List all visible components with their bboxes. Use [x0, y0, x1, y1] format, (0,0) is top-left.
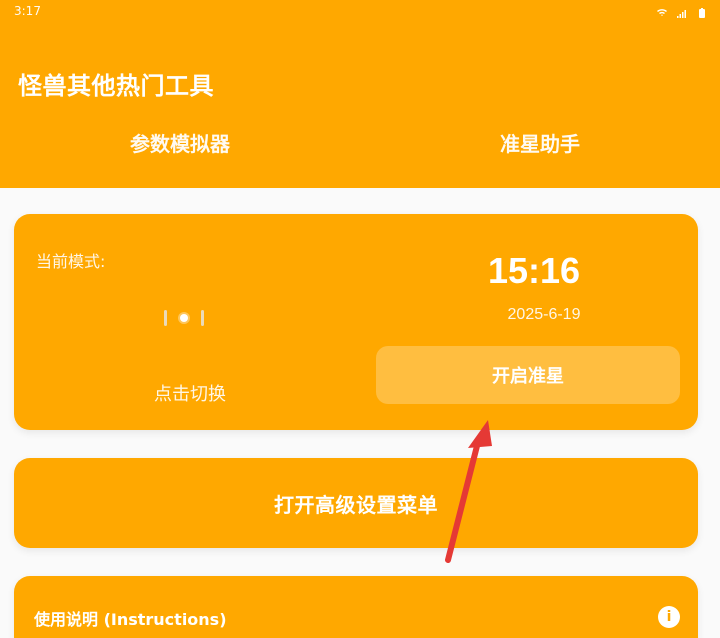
- app: 3:17 怪兽其他热门工具 参数模拟器 准星助手 当前模式: 点击切换 15:1: [0, 0, 720, 638]
- time-display: 15:16: [487, 250, 581, 291]
- mode-tick-right: [201, 310, 204, 326]
- instructions-title: 使用说明 (Instructions): [34, 610, 227, 629]
- info-icon[interactable]: i: [658, 606, 680, 628]
- date-display: 2025-6-19: [507, 306, 581, 323]
- wifi-icon: [656, 4, 668, 16]
- advanced-menu-label: 打开高级设置菜单: [274, 492, 438, 517]
- app-header: 3:17 怪兽其他热门工具 参数模拟器 准星助手: [0, 0, 720, 188]
- battery-icon: [696, 4, 708, 18]
- status-time: 3:17: [14, 4, 41, 18]
- tab-crosshair-helper[interactable]: 准星助手: [360, 128, 720, 164]
- main-card: 当前模式: 点击切换 15:16 2025-6-19 开启准星: [14, 214, 698, 430]
- current-mode-label: 当前模式:: [36, 252, 106, 271]
- mode-tick-left: [164, 310, 167, 326]
- mode-indicator[interactable]: [164, 306, 204, 330]
- click-to-switch-label[interactable]: 点击切换: [154, 380, 226, 406]
- advanced-menu-card[interactable]: 打开高级设置菜单: [14, 458, 698, 548]
- signal-icon: [676, 4, 688, 18]
- enable-crosshair-button[interactable]: 开启准星: [376, 346, 680, 404]
- page-title: 怪兽其他热门工具: [18, 72, 214, 100]
- tab-param-simulator[interactable]: 参数模拟器: [0, 128, 360, 164]
- tab-bar: 参数模拟器 准星助手: [0, 128, 720, 164]
- mode-dot: [180, 314, 188, 322]
- instructions-card[interactable]: 使用说明 (Instructions) i: [14, 576, 698, 638]
- status-icons: [656, 4, 708, 18]
